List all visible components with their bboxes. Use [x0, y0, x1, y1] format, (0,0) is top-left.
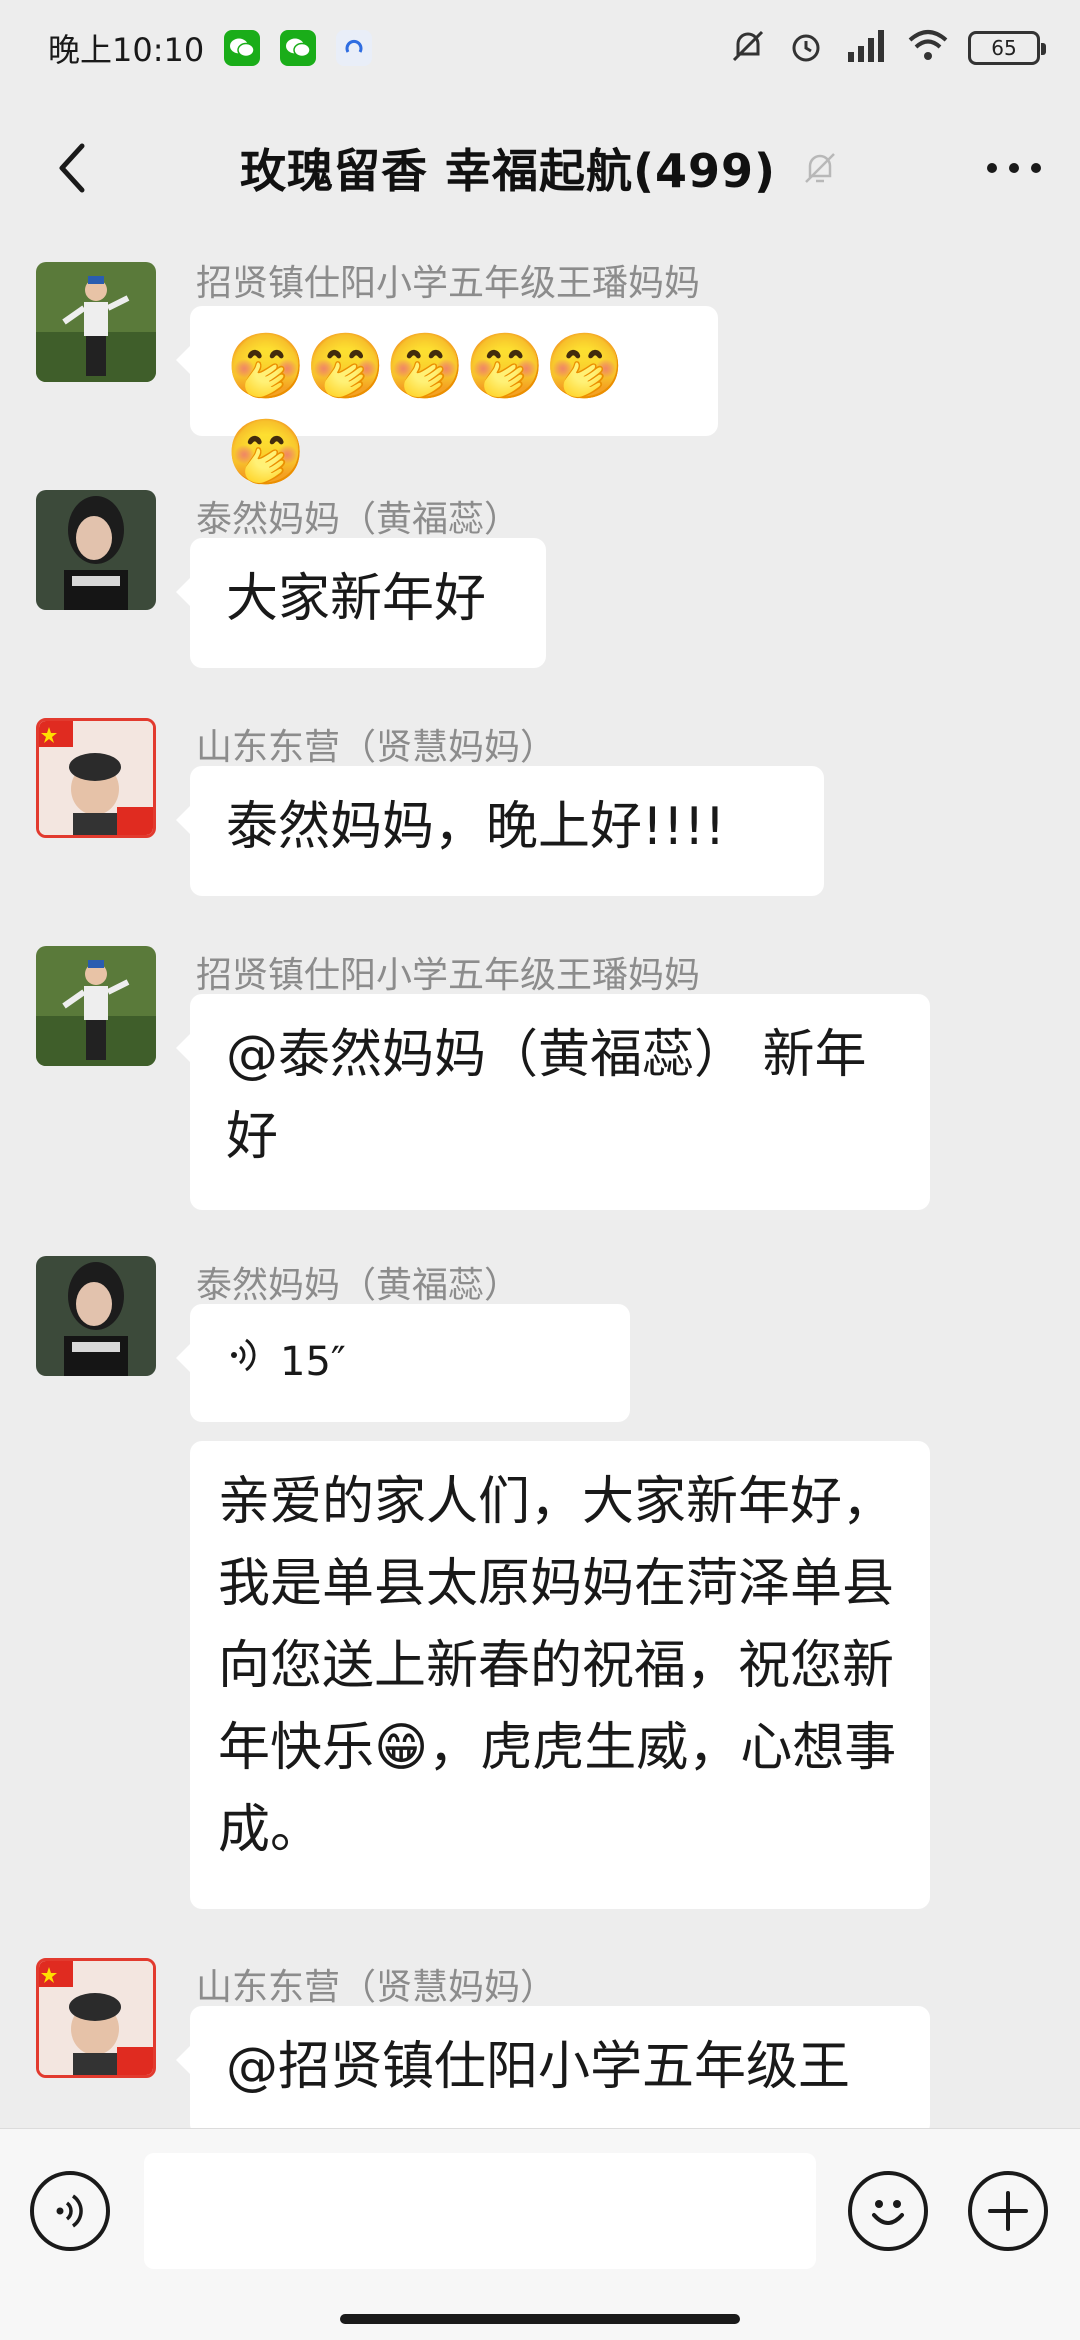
- sender-name: 泰然妈妈（黄福蕊）: [196, 1265, 521, 1306]
- voice-message-bubble[interactable]: 15″: [176, 1304, 630, 1422]
- home-indicator[interactable]: [340, 2314, 740, 2324]
- bell-off-icon: [800, 148, 840, 188]
- message-input[interactable]: [144, 2153, 816, 2269]
- avatar[interactable]: [36, 946, 156, 1066]
- wechat-notification-icon: [224, 30, 261, 66]
- message-text: @招贤镇仕阳小学五年级王: [226, 2037, 851, 2097]
- chat-title: 玫瑰留香 幸福起航(499): [239, 144, 777, 198]
- signal-icon: [844, 28, 888, 68]
- avatar[interactable]: [36, 490, 156, 610]
- message-bubble[interactable]: @招贤镇仕阳小学五年级王: [176, 2006, 930, 2128]
- avatar[interactable]: [36, 718, 156, 838]
- sender-name: 泰然妈妈（黄福蕊）: [196, 499, 521, 540]
- voice-duration: 15″: [280, 1339, 346, 1385]
- emoji-button[interactable]: [848, 2171, 928, 2251]
- sender-name: 山东东营（贤慧妈妈）: [196, 1967, 557, 2008]
- message-bubble[interactable]: 大家新年好: [176, 538, 546, 668]
- sender-name: 山东东营（贤慧妈妈）: [196, 727, 557, 768]
- wifi-icon: [906, 28, 950, 68]
- avatar[interactable]: [36, 1256, 156, 1376]
- more-functions-button[interactable]: [968, 2171, 1048, 2251]
- chat-header: 玫瑰留香 幸福起航(499): [0, 96, 1080, 240]
- voice-input-button[interactable]: [30, 2171, 110, 2251]
- sender-name: 招贤镇仕阳小学五年级王璠妈妈: [196, 955, 701, 996]
- status-time: 晚上10:10: [48, 31, 205, 69]
- battery-indicator: 65: [968, 31, 1046, 65]
- voice-icon: [56, 2194, 83, 2228]
- more-dots-icon: [987, 163, 1041, 173]
- message-text: 🤭🤭🤭🤭🤭🤭: [226, 330, 625, 490]
- plus-icon: [988, 2191, 1028, 2231]
- app-notification-icon: [336, 30, 373, 66]
- chevron-left-icon: [59, 143, 85, 193]
- chat-message-list[interactable]: 招贤镇仕阳小学五年级王璠妈妈 🤭🤭🤭🤭🤭🤭 泰然妈妈（黄福蕊） 大家新年好 山东…: [0, 240, 1080, 2128]
- message-text: @泰然妈妈（黄福蕊） 新年好: [226, 1025, 867, 1167]
- voice-icon: [226, 1321, 262, 1403]
- message-text: 泰然妈妈，晚上好!!!!: [226, 797, 726, 857]
- mute-alert-icon: [728, 26, 768, 70]
- more-button[interactable]: [978, 132, 1050, 204]
- avatar[interactable]: [36, 1958, 156, 2078]
- status-bar: 晚上10:10 65: [0, 0, 1080, 96]
- back-button[interactable]: [36, 132, 108, 204]
- chat-input-bar: [0, 2128, 1080, 2340]
- wechat-notification-icon-2: [280, 30, 317, 66]
- message-bubble[interactable]: 🤭🤭🤭🤭🤭🤭: [176, 306, 718, 490]
- message-text: 大家新年好: [226, 569, 487, 629]
- message-text: 亲爱的家人们，大家新年好，我是单县太原妈妈在菏泽单县向您送上新春的祝福，祝您新年…: [218, 1472, 897, 1860]
- alarm-icon: [786, 26, 826, 70]
- message-bubble[interactable]: @泰然妈妈（黄福蕊） 新年好: [176, 994, 930, 1210]
- avatar[interactable]: [36, 262, 156, 382]
- emoji-icon: [872, 2200, 904, 2225]
- sender-name: 招贤镇仕阳小学五年级王璠妈妈: [196, 263, 701, 304]
- message-bubble[interactable]: 亲爱的家人们，大家新年好，我是单县太原妈妈在菏泽单县向您送上新春的祝福，祝您新年…: [190, 1441, 930, 1909]
- message-bubble[interactable]: 泰然妈妈，晚上好!!!!: [176, 766, 824, 896]
